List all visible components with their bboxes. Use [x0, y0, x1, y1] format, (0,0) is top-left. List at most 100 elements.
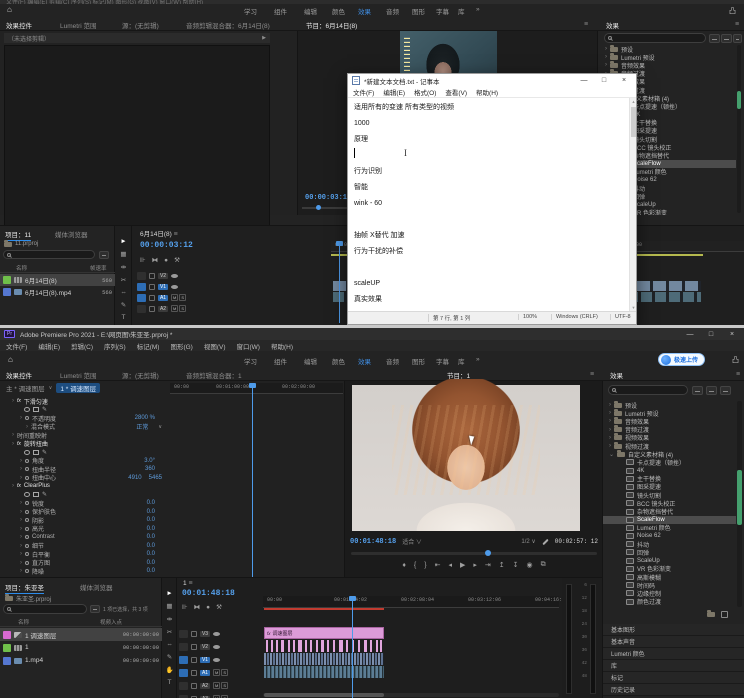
mask-pen-icon[interactable]: ✎ — [42, 449, 47, 456]
label-color-chip[interactable] — [3, 288, 11, 296]
stopwatch-icon[interactable] — [25, 459, 29, 463]
twirl-icon[interactable] — [20, 560, 22, 566]
param-value[interactable]: 0.0 — [147, 568, 155, 574]
delete-icon[interactable] — [721, 611, 728, 618]
param-value[interactable]: 0.0 — [147, 543, 155, 549]
track-header[interactable]: V2 MS — [135, 270, 329, 281]
export-frame-icon[interactable]: ◉ — [527, 561, 533, 569]
effects-tree-row[interactable]: 预设 — [599, 45, 736, 53]
effect-param-row[interactable]: fx ✎ 旋转扭曲 ∨ — [0, 440, 168, 449]
twirl-icon[interactable] — [605, 62, 607, 68]
stopwatch-icon[interactable] — [25, 569, 29, 573]
sliver-clip[interactable] — [339, 640, 343, 652]
sliver-clip[interactable] — [271, 640, 273, 652]
chevron-right-icon[interactable]: ▶ — [262, 35, 266, 41]
param-value[interactable]: 0.0 — [147, 551, 155, 557]
stopwatch-icon[interactable] — [25, 552, 29, 556]
notepad-menu-item[interactable]: 帮助(H) — [476, 87, 498, 97]
param-value[interactable]: 0.0 — [147, 560, 155, 566]
source-patch[interactable] — [179, 630, 188, 638]
tool-icon[interactable]: ✋ — [165, 666, 173, 674]
project-tab[interactable]: 媒体浏览器 — [55, 229, 88, 239]
tool-icon[interactable]: ⇹ — [167, 615, 172, 623]
twirl-icon[interactable] — [609, 451, 614, 458]
workspace-tab[interactable]: 学习 — [244, 356, 257, 366]
eye-icon[interactable] — [213, 645, 220, 649]
effect-param-row[interactable]: fx ✎ 高光 0.0 ∨ — [0, 525, 168, 534]
tool-icon[interactable]: ► — [120, 238, 126, 245]
panel-menu-icon[interactable]: ≡ — [590, 371, 594, 378]
param-value[interactable]: 3.0° — [144, 458, 155, 464]
panel-tab[interactable]: 音频剪辑混合器：1 — [186, 370, 242, 380]
effects-tree-row[interactable]: Lumetri 预设 — [603, 409, 736, 417]
lock-icon[interactable] — [149, 273, 155, 279]
effects-tree-row[interactable]: 4K — [603, 467, 736, 475]
workspace-tab[interactable]: » — [476, 356, 480, 363]
step-forward-icon[interactable]: ▸ — [473, 561, 477, 569]
twirl-icon[interactable] — [20, 534, 22, 540]
project-tab[interactable]: 项目：朱亚圣 — [5, 582, 44, 594]
source-patch[interactable] — [137, 294, 146, 302]
effect-param-row[interactable]: fx ✎ 细节 0.0 ∨ — [0, 542, 168, 551]
stopwatch-icon[interactable] — [25, 544, 29, 548]
column-name[interactable]: 名称 — [18, 618, 29, 626]
twirl-icon[interactable] — [20, 500, 22, 506]
scrollbar-thumb[interactable] — [631, 107, 636, 137]
effect-param-row[interactable]: fx ✎ 下滑匀速 ∨ — [0, 397, 168, 406]
workspace-tab[interactable]: 组件 — [274, 356, 287, 366]
effects-tree-row[interactable]: 时间码 — [603, 581, 736, 589]
filter-accelerated-icon[interactable] — [709, 34, 720, 43]
panel-tab[interactable]: 源：(无剪辑) — [122, 370, 159, 380]
effects-scrollbar-thumb[interactable] — [737, 470, 742, 525]
add-marker-icon[interactable]: ♦ — [402, 562, 406, 569]
project-search-input[interactable] — [3, 604, 87, 614]
column-framerate[interactable]: 帧速率 — [90, 264, 107, 272]
twirl-icon[interactable] — [20, 415, 22, 421]
sliver-clip[interactable] — [310, 640, 312, 652]
workspace-tab[interactable]: 学习 — [244, 6, 257, 16]
project-tab[interactable]: 项目：11 — [5, 229, 31, 241]
stacked-panel-tab[interactable]: Lumetri 颜色 — [603, 648, 744, 660]
sequence-tab[interactable]: 1 ≡ — [183, 580, 193, 587]
panel-menu-icon[interactable]: ≡ — [736, 371, 740, 378]
menu-item[interactable]: 文件(F) — [6, 341, 27, 351]
track-header[interactable]: A1 MS — [177, 666, 263, 679]
ec-clip-label[interactable]: 1 * 调速图层 — [56, 383, 100, 393]
stopwatch-icon[interactable] — [25, 416, 29, 420]
track-header[interactable]: A1 MS — [135, 292, 329, 303]
stacked-panel-tab[interactable]: 基本声音 — [603, 636, 744, 648]
project-row[interactable]: 1 调速图层 00:00:00:00 — [0, 628, 162, 641]
workspace-tab[interactable]: 编辑 — [304, 356, 317, 366]
notepad-titlebar[interactable]: *新建文本文档.txt - 记事本 — □ × — [348, 74, 636, 87]
effects-tree-row[interactable]: VR 色彩渐变 — [603, 565, 736, 573]
playback-resolution-select[interactable]: 1/2 ∨ — [521, 538, 535, 545]
mask-ellipse-icon[interactable] — [24, 450, 30, 455]
tool-icon[interactable]: ✂ — [121, 276, 126, 284]
scrubber-handle[interactable] — [316, 205, 321, 210]
twirl-icon[interactable] — [20, 458, 22, 464]
effect-param-row[interactable]: fx ✎ 直方图 0.0 ∨ — [0, 559, 168, 568]
column-name[interactable]: 名称 — [16, 264, 27, 272]
eye-icon[interactable] — [213, 658, 220, 662]
adjustment-layer-clip[interactable]: fx 调速图层 — [264, 627, 384, 639]
sliver-clip[interactable] — [281, 640, 284, 652]
mask-pen-icon[interactable]: ✎ — [42, 491, 47, 498]
effect-param-row[interactable]: fx ✎ 保护肤色 0.0 ∨ — [0, 508, 168, 517]
label-color-chip[interactable] — [3, 657, 11, 665]
list-view-icon[interactable] — [99, 251, 109, 259]
marker-icon[interactable]: ● — [206, 604, 210, 611]
notepad-menu-item[interactable]: 查看(V) — [445, 87, 467, 97]
stopwatch-icon[interactable] — [25, 476, 29, 480]
marker-icon[interactable]: ● — [164, 257, 168, 264]
source-patch[interactable] — [179, 656, 188, 664]
tool-icon[interactable]: T — [122, 314, 126, 321]
param-value[interactable]: 0.0 — [147, 534, 155, 540]
sliver-clip[interactable] — [316, 640, 318, 652]
notepad-window[interactable]: *新建文本文档.txt - 记事本 — □ × 文件(F)编辑(E)格式(O)查… — [347, 73, 637, 325]
workspace-tab[interactable]: 库 — [458, 356, 465, 366]
tool-icon[interactable]: ✂ — [167, 628, 172, 636]
track-header[interactable]: V1 MS — [135, 281, 329, 292]
go-to-in-icon[interactable]: ⇤ — [435, 561, 441, 569]
project-search-input[interactable] — [3, 250, 95, 259]
workspace-tab[interactable]: 编辑 — [304, 6, 317, 16]
